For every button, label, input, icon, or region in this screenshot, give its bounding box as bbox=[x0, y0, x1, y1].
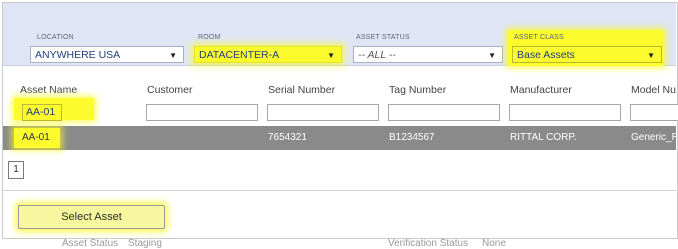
room-value: DATACENTER-A bbox=[199, 49, 280, 61]
select-asset-button[interactable]: Select Asset bbox=[18, 205, 165, 229]
cell-serial-number: 7654321 bbox=[268, 132, 307, 143]
manufacturer-filter-input[interactable] bbox=[509, 104, 621, 121]
cell-asset-name: AA-01 bbox=[22, 132, 50, 143]
asset-status-value: -- ALL -- bbox=[358, 49, 396, 61]
column-header-serial-number[interactable]: Serial Number bbox=[268, 84, 335, 96]
divider bbox=[3, 190, 676, 191]
column-header-tag-number[interactable]: Tag Number bbox=[389, 84, 446, 96]
location-select[interactable]: ANYWHERE USA ▼ bbox=[30, 46, 184, 63]
tag-number-filter-input[interactable] bbox=[388, 104, 500, 121]
column-header-model[interactable]: Model Nu bbox=[631, 84, 678, 96]
asset-status-select[interactable]: -- ALL -- ▼ bbox=[353, 46, 503, 63]
background-verification-status-label: Verification Status bbox=[388, 238, 469, 249]
column-header-customer[interactable]: Customer bbox=[147, 84, 193, 96]
asset-class-label: ASSET CLASS bbox=[514, 34, 564, 41]
location-value: ANYWHERE USA bbox=[35, 49, 121, 61]
room-label: ROOM bbox=[198, 34, 221, 41]
location-label: LOCATION bbox=[37, 34, 74, 41]
background-asset-status-value: Staging bbox=[128, 238, 162, 249]
background-asset-status-label: Asset Status bbox=[62, 238, 119, 249]
asset-class-select[interactable]: Base Assets ▼ bbox=[512, 46, 662, 63]
customer-filter-input[interactable] bbox=[146, 104, 258, 121]
chevron-down-icon: ▼ bbox=[488, 51, 496, 60]
asset-class-value: Base Assets bbox=[517, 49, 575, 61]
pager-page-button[interactable]: 1 bbox=[8, 161, 24, 179]
asset-name-filter-input[interactable]: AA-01 bbox=[22, 104, 62, 121]
chevron-down-icon: ▼ bbox=[327, 51, 335, 60]
column-header-manufacturer[interactable]: Manufacturer bbox=[510, 84, 572, 96]
model-filter-input[interactable] bbox=[630, 104, 678, 121]
chevron-down-icon: ▼ bbox=[647, 51, 655, 60]
serial-number-filter-input[interactable] bbox=[267, 104, 379, 121]
cell-tag-number: B1234567 bbox=[389, 132, 435, 143]
cell-model: Generic_R bbox=[631, 132, 677, 143]
room-select[interactable]: DATACENTER-A ▼ bbox=[194, 46, 342, 63]
background-verification-status-value: None bbox=[482, 238, 506, 249]
chevron-down-icon: ▼ bbox=[169, 51, 177, 60]
column-header-asset-name[interactable]: Asset Name bbox=[20, 84, 77, 96]
cell-manufacturer: RITTAL CORP. bbox=[510, 132, 577, 143]
asset-status-label: ASSET STATUS bbox=[356, 34, 410, 41]
